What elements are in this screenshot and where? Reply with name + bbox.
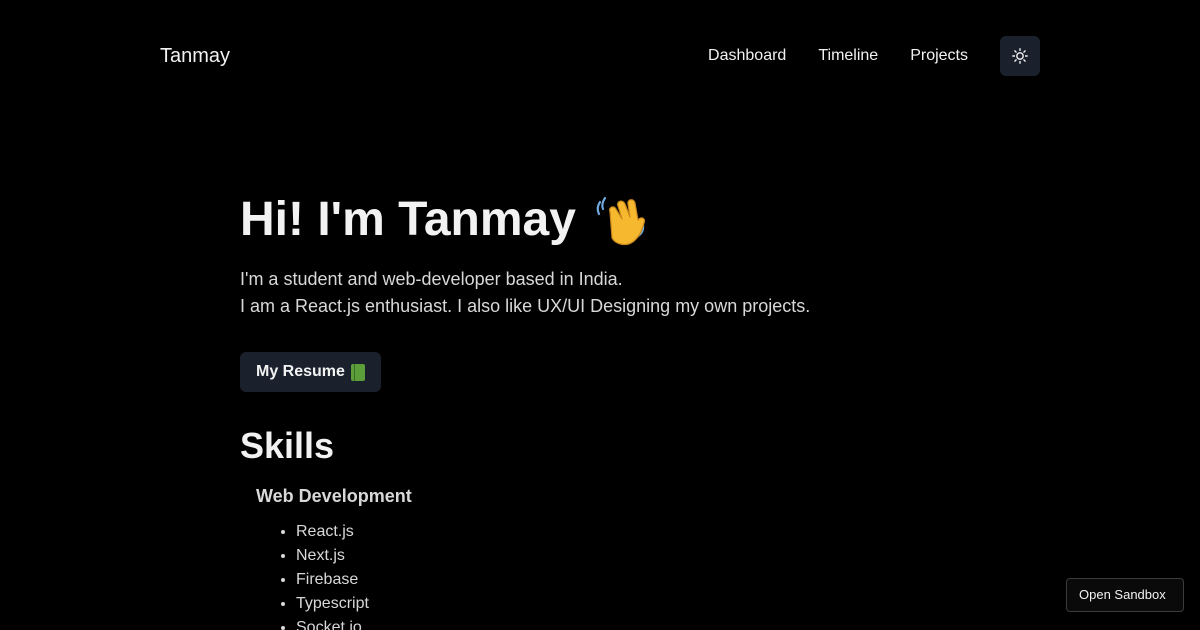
hero-title-text: Hi! I'm Tanmay [240, 193, 576, 246]
skill-item: Next.js [296, 544, 960, 568]
resume-button[interactable]: My Resume [240, 352, 381, 392]
nav-link-projects[interactable]: Projects [910, 47, 968, 65]
sun-icon [1012, 48, 1028, 64]
navbar: Tanmay Dashboard Timeline Projects [160, 36, 1040, 76]
resume-button-label: My Resume [256, 363, 345, 380]
nav-links: Dashboard Timeline Projects [708, 36, 1040, 76]
skill-item: Firebase [296, 568, 960, 592]
intro-line-2: I am a React.js enthusiast. I also like … [240, 296, 811, 316]
hero-title: Hi! I'm Tanmay [240, 190, 960, 250]
skill-category-heading: Web Development [256, 486, 412, 506]
skill-item: Typescript [296, 592, 960, 616]
page: Tanmay Dashboard Timeline Projects Hi! I… [0, 0, 1200, 630]
waving-hand-icon [596, 196, 645, 246]
open-sandbox-button[interactable]: Open Sandbox [1066, 578, 1184, 612]
nav-link-timeline[interactable]: Timeline [818, 47, 878, 65]
green-book-icon [350, 363, 365, 381]
main-content: Hi! I'm Tanmay I'm a student and web-dev… [240, 190, 960, 630]
nav-link-dashboard[interactable]: Dashboard [708, 47, 786, 65]
skill-item: Socket.io [296, 616, 960, 630]
theme-toggle-button[interactable] [1000, 36, 1040, 76]
intro-text: I'm a student and web-developer based in… [240, 266, 960, 320]
intro-line-1: I'm a student and web-developer based in… [240, 269, 623, 289]
brand-link[interactable]: Tanmay [160, 45, 230, 68]
skill-list: React.js Next.js Firebase Typescript Soc… [256, 520, 960, 630]
skill-item: React.js [296, 520, 960, 544]
skills-heading: Skills [240, 425, 335, 466]
